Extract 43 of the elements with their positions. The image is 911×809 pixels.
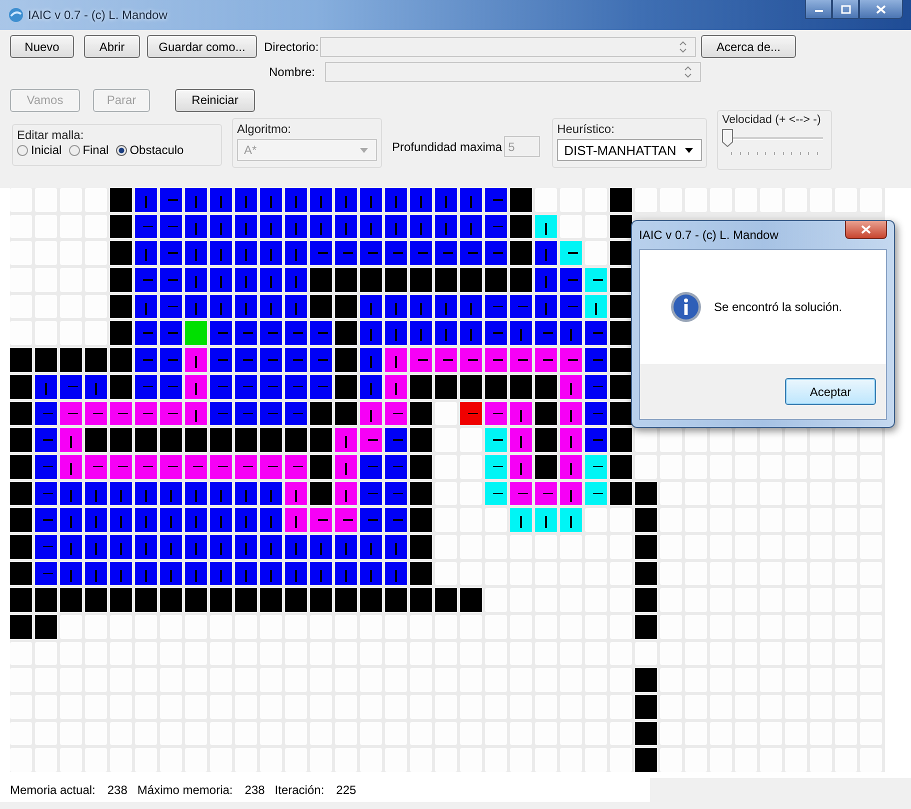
directory-field[interactable] [320,36,696,56]
heuristic-dropdown[interactable]: DIST-MANHATTAN [557,139,702,161]
name-field[interactable] [325,62,701,82]
status-label: Máximo memoria: [137,783,233,797]
field-label: Directorio: [264,40,320,54]
maximize-button[interactable] [832,0,859,19]
slider-thumb[interactable] [722,129,734,147]
close-button[interactable] [845,221,887,239]
close-button[interactable] [859,0,903,19]
maximize-icon [840,4,850,14]
group-label: Editar malla: [17,128,85,142]
caret-icon [685,148,694,153]
status-value: 238 [244,783,265,797]
about-button[interactable]: Acerca de... [701,35,796,58]
group-label: Algoritmo: [237,122,292,136]
toolbar-button[interactable]: Nuevo [10,35,74,58]
status-value: 225 [336,783,356,797]
minimize-button[interactable] [805,0,832,19]
action-button[interactable]: Reiniciar [175,88,255,112]
close-icon [876,4,886,14]
toolbar-button[interactable]: Abrir [84,35,140,58]
dialog-message: Se encontró la solución. [714,300,842,314]
radio-button[interactable]: Obstaculo [116,143,184,157]
field-label: Nombre: [269,65,316,79]
group-label: Velocidad (+ <--> -) [722,114,822,126]
caret-icon [360,148,368,153]
status-value: 238 [107,783,128,797]
toolbar-button[interactable]: Guardar como... [147,35,257,58]
radio-button[interactable]: Final [68,143,109,157]
status-label: Iteración: [274,783,324,797]
close-icon [861,225,871,234]
ok-button[interactable]: Aceptar [785,378,876,405]
field-label: Profundidad maxima [392,140,502,154]
radio-button[interactable]: Inicial [17,143,62,157]
spinner-icon[interactable] [679,40,687,54]
spinner-icon[interactable] [684,65,692,79]
window-title: IAIC v 0.7 - (c) L. Mandow [28,8,168,22]
group-label: Heurístico: [557,122,616,136]
app-icon [8,7,24,23]
search-grid[interactable] [10,188,885,772]
dialog-title: IAIC v 0.7 - (c) L. Mandow [639,228,778,242]
info-icon [670,291,702,323]
status-label: Memoria actual: [10,783,96,797]
